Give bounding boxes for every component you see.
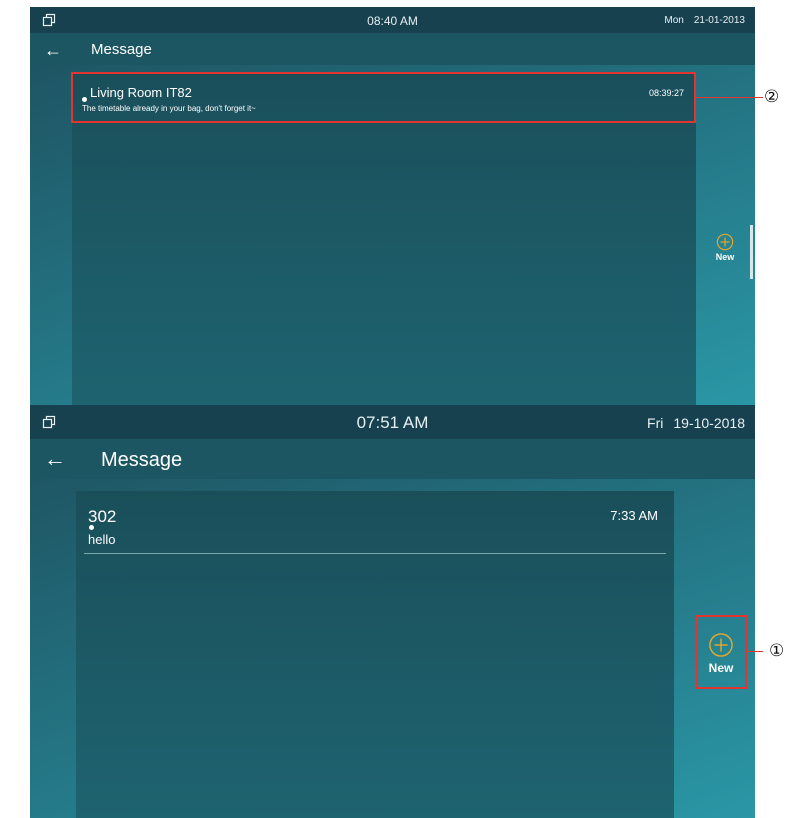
back-arrow-icon[interactable]: ← [44,40,62,61]
callout-line [696,97,763,98]
page-title: Message [101,449,183,471]
plus-circle-icon [716,233,734,251]
status-bar: 08:40 AM Mon 21-01-2013 [30,7,755,33]
new-message-button[interactable]: New [710,233,740,267]
title-bar: ← Message [30,439,755,479]
message-screen-top: 08:40 AM Mon 21-01-2013 ← Message Living … [30,7,755,405]
page-title: Message [91,41,152,58]
message-body: hello [88,532,116,547]
status-day: Fri [647,415,664,431]
status-date: Mon 21-01-2013 [664,15,745,26]
message-list: 302 hello 7:33 AM [76,491,674,818]
callout-number-2: ② [764,87,780,107]
message-body: The timetable already in your bag, don't… [82,104,256,113]
status-date-value: 19-10-2018 [673,415,745,431]
callout-number-1: ① [769,641,785,661]
message-screen-bottom: 07:51 AM Fri 19-10-2018 ← Message 302 hel… [30,405,755,818]
status-day: Mon [664,15,684,26]
status-date-value: 21-01-2013 [693,15,745,26]
callout-line [747,651,763,652]
title-bar: ← Message [30,33,755,65]
status-date: Fri 19-10-2018 [647,415,745,431]
status-time: 08:40 AM [367,14,418,28]
status-bar: 07:51 AM Fri 19-10-2018 [30,405,755,439]
list-item[interactable]: 302 hello 7:33 AM [76,491,674,557]
message-list: Living Room IT82 The timetable already i… [72,73,696,405]
list-item[interactable]: Living Room IT82 The timetable already i… [72,73,696,123]
unread-dot-icon [82,97,87,102]
side-handle [750,225,753,279]
plus-circle-icon [709,633,733,657]
new-message-button[interactable]: New [696,616,746,690]
new-button-label: New [708,661,734,675]
message-sender: 302 [88,507,117,526]
new-button-label: New [715,252,735,262]
page: 08:40 AM Mon 21-01-2013 ← Message Living … [0,0,787,818]
message-time: 08:39:27 [648,88,684,98]
divider [84,553,666,554]
message-time: 7:33 AM [610,508,658,523]
back-arrow-icon[interactable]: ← [44,446,66,472]
message-sender: Living Room IT82 [90,85,192,100]
